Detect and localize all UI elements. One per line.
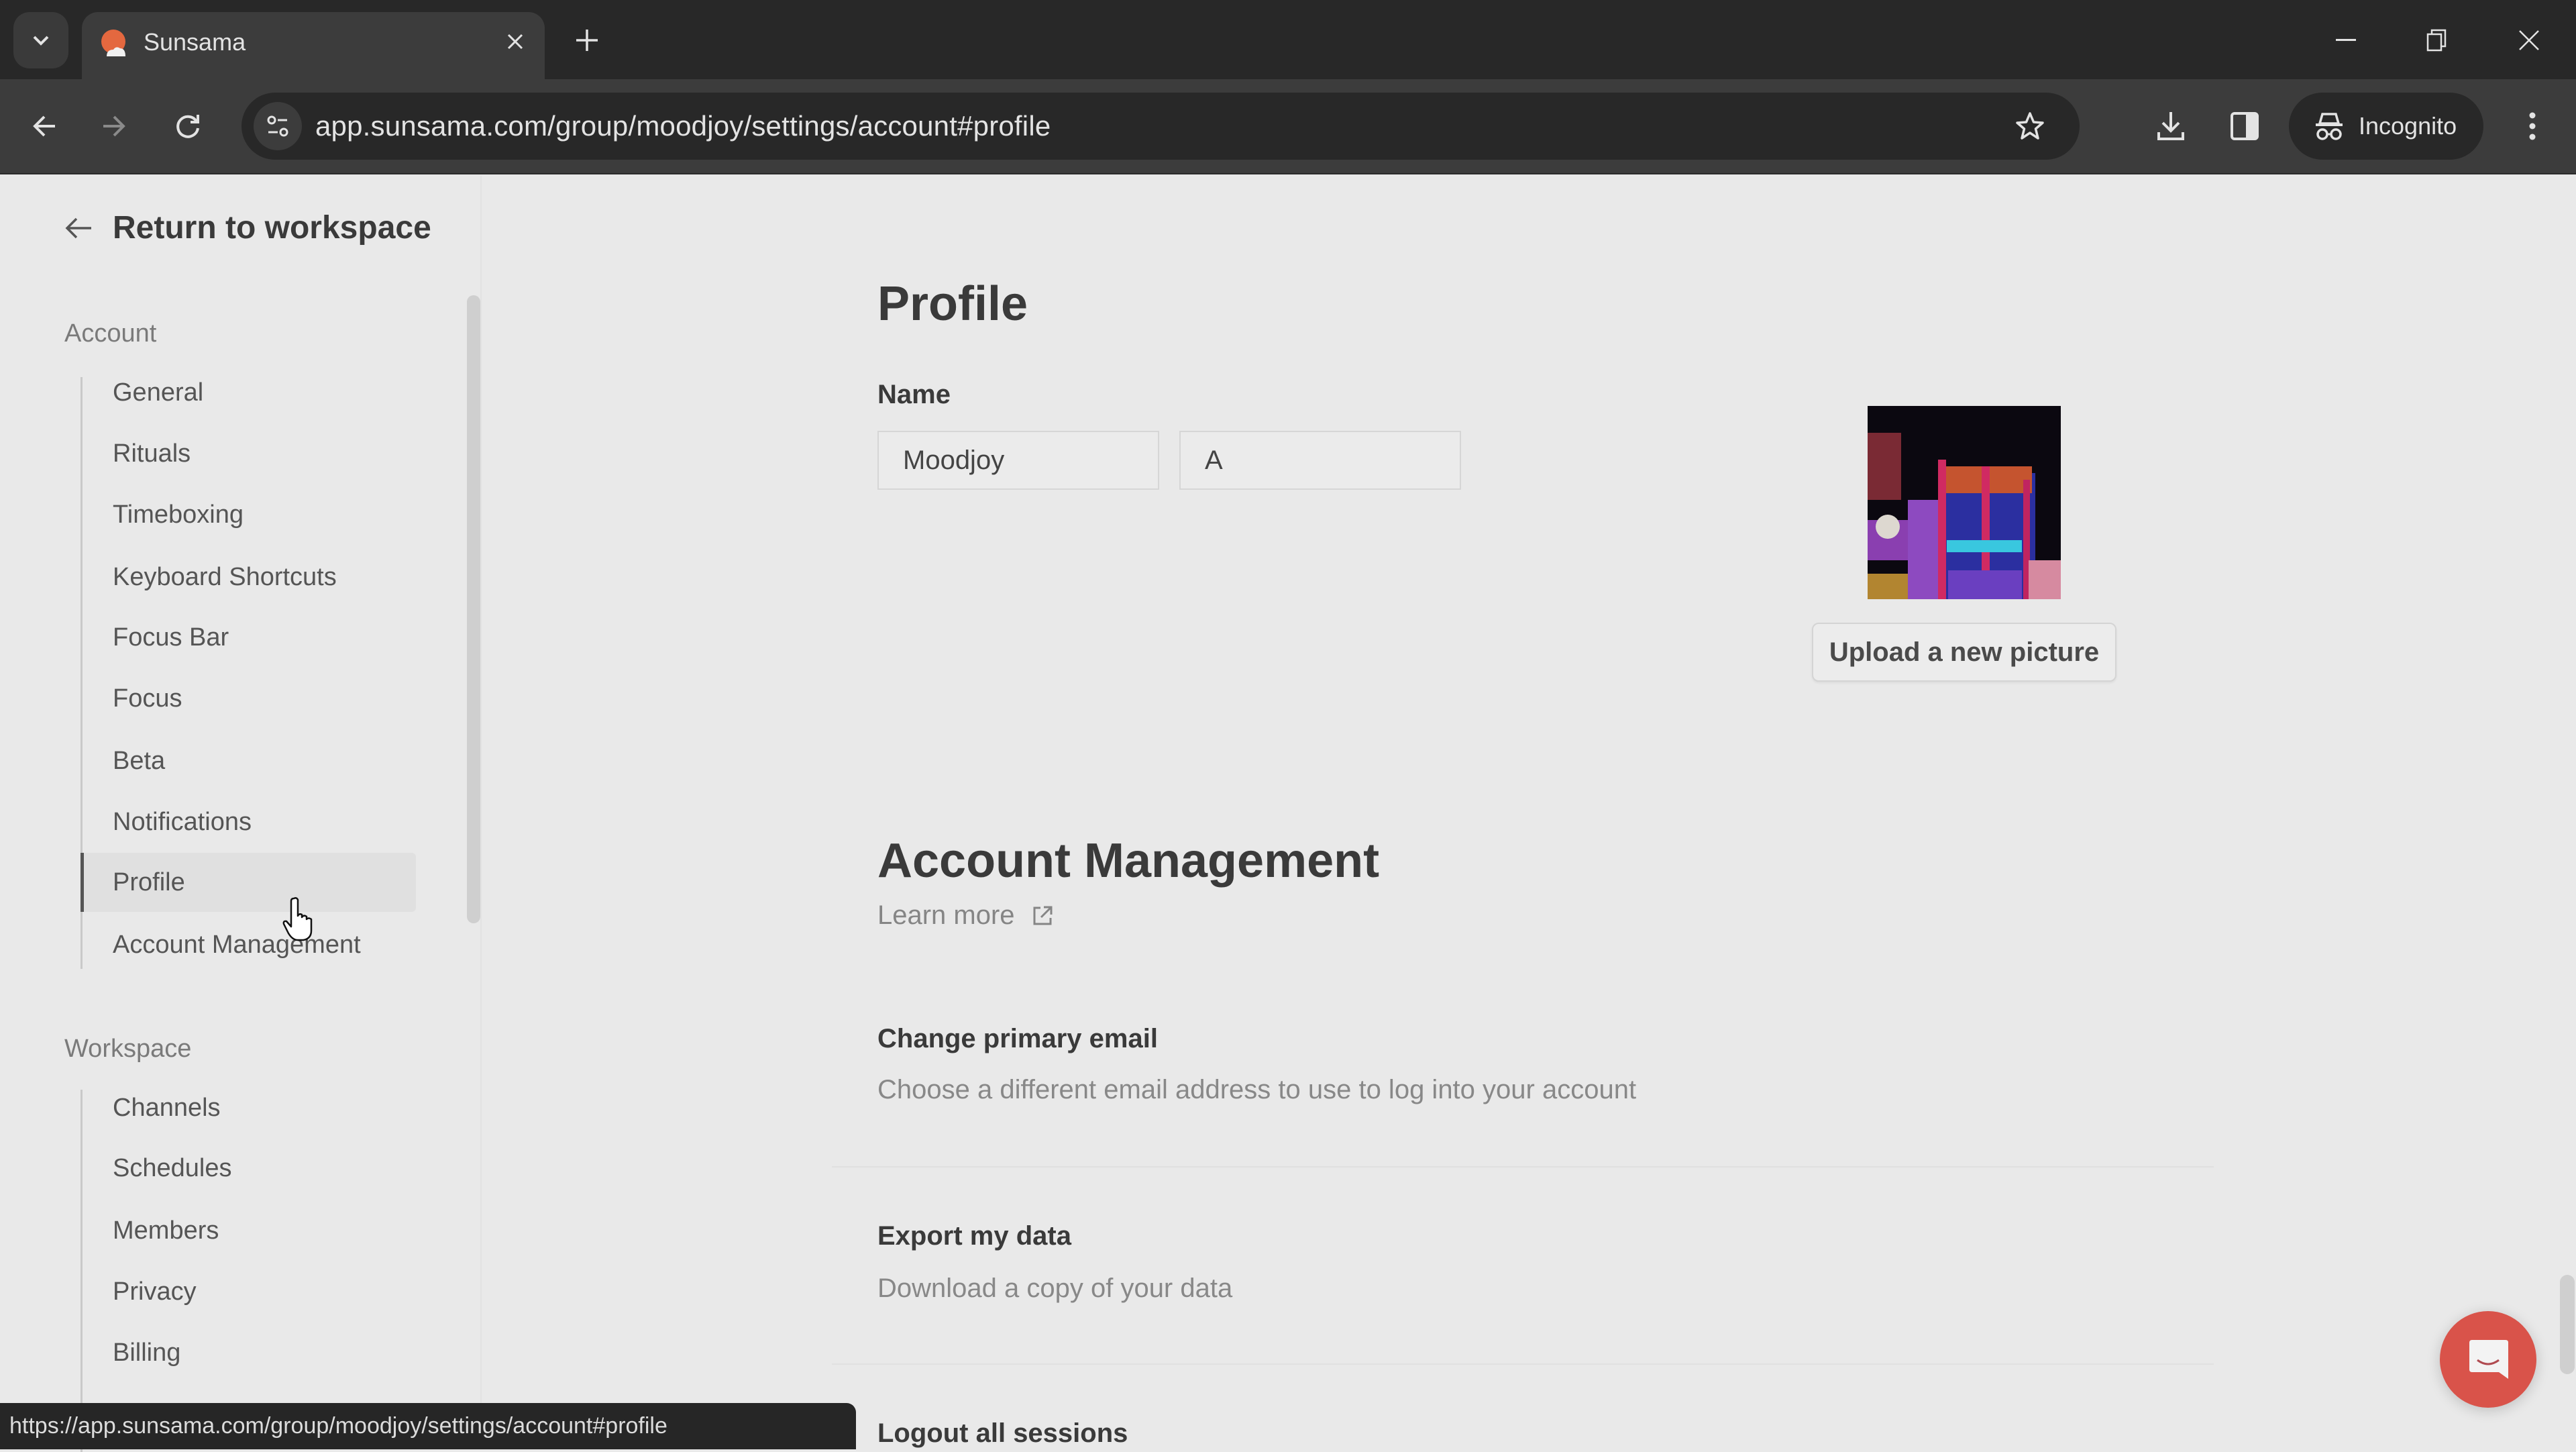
sunsama-favicon-icon [101,30,125,56]
more-vertical-icon [2529,112,2536,140]
sidebar-item-label: General [113,378,204,407]
learn-more-label: Learn more [877,900,1015,930]
chevron-down-icon [33,36,49,46]
row-divider [832,1166,2214,1168]
tune-icon [267,115,288,137]
last-name-input[interactable]: A [1179,431,1461,490]
sidebar-item-focus-bar[interactable]: Focus Bar [80,608,416,667]
browser-tab[interactable]: Sunsama [82,12,545,79]
sidebar-item-schedules[interactable]: Schedules [80,1139,416,1198]
sidebar-item-label: Timeboxing [113,500,244,529]
sidebar-item-label: Beta [113,746,166,775]
learn-more-link[interactable]: Learn more [877,900,1054,931]
reload-icon [176,115,199,138]
sidebar-scrollbar[interactable] [467,295,480,923]
section-label-workspace: Workspace [64,1035,192,1063]
sidebar-item-label: Account Management [113,930,361,959]
address-bar[interactable]: app.sunsama.com/group/moodjoy/settings/a… [241,93,2080,160]
bookmark-button[interactable] [2006,102,2054,150]
back-button[interactable] [17,99,71,153]
forward-button[interactable] [87,99,141,153]
incognito-indicator[interactable]: Incognito [2289,93,2483,160]
url-text[interactable]: app.sunsama.com/group/moodjoy/settings/a… [315,109,1051,144]
plus-icon [576,30,598,51]
main-scrollbar[interactable] [2560,1275,2575,1374]
sidebar-item-focus[interactable]: Focus [80,669,416,728]
return-to-workspace-link[interactable]: Return to workspace [64,209,431,246]
close-icon [2519,30,2539,50]
sidebar-item-privacy[interactable]: Privacy [80,1262,416,1321]
browser-toolbar: app.sunsama.com/group/moodjoy/settings/a… [0,79,2576,174]
downloads-button[interactable] [2144,99,2198,153]
reload-button[interactable] [161,99,215,153]
sidebar-item-label: Notifications [113,807,252,836]
side-panel-icon [2231,112,2259,140]
arrow-left-icon [65,217,91,238]
sidebar-item-label: Privacy [113,1277,197,1306]
return-to-workspace-label: Return to workspace [113,210,431,246]
first-name-input[interactable]: Moodjoy [877,431,1159,490]
chat-bubble-icon [2469,1340,2508,1379]
row-divider [832,1363,2214,1365]
download-icon [2157,112,2184,140]
browser-tab-strip: Sunsama [0,0,2576,79]
sidebar-item-general[interactable]: General [80,363,416,422]
sidebar-item-members[interactable]: Members [80,1201,416,1260]
tab-close-button[interactable] [498,24,533,59]
side-panel-button[interactable] [2218,99,2271,153]
new-tab-button[interactable] [567,20,607,60]
change-email-title[interactable]: Change primary email [877,1024,1158,1054]
arrow-right-icon [103,115,125,137]
star-icon [2016,112,2044,140]
export-data-description: Download a copy of your data [877,1274,1233,1303]
minimize-button[interactable] [2316,13,2376,67]
sidebar-item-account-management[interactable]: Account Management [80,915,416,974]
account-management-heading: Account Management [877,834,1380,888]
hand-cursor-icon [282,897,313,941]
support-chat-button[interactable] [2440,1311,2536,1408]
settings-sidebar: Return to workspace Account General Ritu… [0,176,482,1452]
export-data-title[interactable]: Export my data [877,1221,1071,1251]
sidebar-item-label: Members [113,1216,219,1245]
sidebar-item-beta[interactable]: Beta [80,731,416,790]
arrow-left-icon [33,115,55,137]
site-info-button[interactable] [254,102,302,150]
browser-menu-button[interactable] [2506,99,2559,153]
logout-sessions-title[interactable]: Logout all sessions [877,1418,1128,1449]
settings-page: Return to workspace Account General Ritu… [0,176,2576,1452]
sidebar-item-label: Focus [113,684,182,713]
minimize-icon [2336,39,2356,41]
external-link-icon [1033,906,1053,925]
close-icon [507,34,523,50]
upload-picture-button[interactable]: Upload a new picture [1812,623,2116,682]
tab-search-button[interactable] [13,12,68,68]
sidebar-item-label: Channels [113,1093,221,1122]
name-label: Name [877,380,951,409]
restore-button[interactable] [2407,13,2467,67]
sidebar-item-label: Profile [113,868,185,896]
sidebar-item-billing[interactable]: Billing [80,1323,416,1382]
sidebar-item-label: Rituals [113,439,191,468]
profile-heading: Profile [877,277,1028,331]
sidebar-item-timeboxing[interactable]: Timeboxing [80,485,416,544]
tab-title: Sunsama [144,28,246,56]
close-window-button[interactable] [2499,13,2559,67]
sidebar-item-label: Schedules [113,1153,232,1182]
sidebar-item-channels[interactable]: Channels [80,1078,416,1137]
sidebar-item-profile[interactable]: Profile [80,853,416,912]
profile-picture [1868,406,2061,599]
sidebar-item-keyboard-shortcuts[interactable]: Keyboard Shortcuts [80,548,416,607]
sidebar-item-label: Keyboard Shortcuts [113,562,337,591]
change-email-description: Choose a different email address to use … [877,1075,1637,1104]
sidebar-item-label: Billing [113,1338,181,1367]
avatar-image [1868,406,2061,599]
incognito-icon [2316,113,2343,140]
section-label-account: Account [64,319,157,348]
sidebar-item-notifications[interactable]: Notifications [80,792,416,851]
incognito-label: Incognito [2359,112,2457,140]
link-status-bubble: https://app.sunsama.com/group/moodjoy/se… [0,1403,856,1449]
restore-icon [2426,29,2447,52]
sidebar-item-label: Focus Bar [113,623,229,652]
sidebar-item-rituals[interactable]: Rituals [80,424,416,483]
